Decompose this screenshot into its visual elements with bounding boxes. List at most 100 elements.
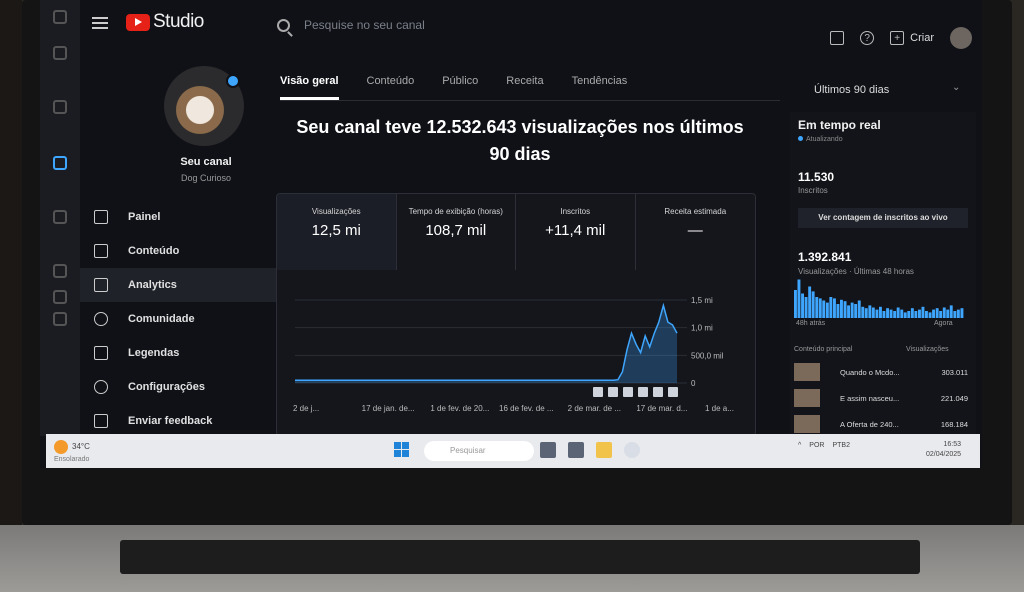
realtime-bar[interactable] <box>861 306 865 318</box>
realtime-bar[interactable] <box>825 302 829 318</box>
realtime-bar[interactable] <box>896 307 900 319</box>
rail-icon[interactable] <box>53 312 67 326</box>
realtime-bar[interactable] <box>893 311 897 318</box>
realtime-bar[interactable] <box>864 308 868 318</box>
clock[interactable]: 16:53 02/04/2025 <box>926 440 961 460</box>
realtime-bar[interactable] <box>797 279 801 319</box>
realtime-bar[interactable] <box>847 305 850 318</box>
account-avatar[interactable] <box>950 27 972 49</box>
video-marker[interactable] <box>638 387 648 397</box>
realtime-bar[interactable] <box>850 302 854 318</box>
tab-overview[interactable]: Visão geral <box>280 75 339 100</box>
app-icon[interactable] <box>540 442 556 458</box>
video-marker[interactable] <box>593 387 603 397</box>
windows-start-icon[interactable] <box>394 442 410 458</box>
video-marker[interactable] <box>608 387 618 397</box>
realtime-bar[interactable] <box>875 309 879 318</box>
realtime-bar[interactable] <box>939 311 943 318</box>
realtime-bar[interactable] <box>882 311 886 318</box>
create-button[interactable]: + Criar <box>890 31 934 45</box>
rail-icon[interactable] <box>53 46 67 60</box>
realtime-bar[interactable] <box>815 297 819 318</box>
realtime-bar[interactable] <box>833 298 836 318</box>
search-bar[interactable]: Pesquise no seu canal <box>277 18 425 32</box>
realtime-bar[interactable] <box>910 308 914 318</box>
chevron-up-icon[interactable]: ^ <box>798 442 801 449</box>
metric-revenue[interactable]: Receita estimada — <box>636 194 756 270</box>
realtime-bar[interactable] <box>953 311 957 318</box>
realtime-bar[interactable] <box>925 311 928 318</box>
realtime-bar[interactable] <box>818 298 822 318</box>
help-icon[interactable]: ? <box>860 31 875 45</box>
video-marker[interactable] <box>653 387 663 397</box>
app-icon[interactable] <box>568 442 584 458</box>
video-marker[interactable] <box>668 387 678 397</box>
rail-icon[interactable] <box>53 156 67 170</box>
rail-icon[interactable] <box>53 210 67 224</box>
metric-views[interactable]: Visualizações 12,5 mi <box>277 194 397 270</box>
rail-icon[interactable] <box>53 290 67 304</box>
realtime-bar[interactable] <box>960 308 964 318</box>
menu-icon[interactable] <box>92 14 108 32</box>
chevron-down-icon[interactable]: ⌄ <box>952 82 960 93</box>
language-indicator[interactable]: POR <box>809 442 824 449</box>
folder-icon[interactable] <box>596 442 612 458</box>
realtime-bar[interactable] <box>942 307 946 319</box>
tab-revenue[interactable]: Receita <box>506 75 543 100</box>
series-line[interactable] <box>295 302 678 381</box>
live-subscribers-button[interactable]: Ver contagem de inscritos ao vivo <box>798 208 968 228</box>
taskbar-search[interactable]: Pesquisar <box>424 441 534 461</box>
top-content-row[interactable]: Quando o Mcdo... 303.011 <box>794 362 972 382</box>
tab-trends[interactable]: Tendências <box>572 75 628 100</box>
realtime-bar[interactable] <box>907 311 911 318</box>
sidebar-item-configuracoes[interactable]: Configurações <box>80 370 295 404</box>
top-content-row[interactable]: E assim nasceu... 221.049 <box>794 388 972 408</box>
search-input[interactable]: Pesquise no seu canal <box>304 18 425 32</box>
realtime-bar[interactable] <box>822 300 826 319</box>
rail-icon[interactable] <box>53 10 67 24</box>
metric-subscribers[interactable]: Inscritos +11,4 mil <box>516 194 636 270</box>
realtime-bar[interactable] <box>808 286 812 319</box>
sidebar-item-comunidade[interactable]: Comunidade <box>80 302 295 336</box>
sidebar-item-painel[interactable]: Painel <box>80 200 295 234</box>
realtime-bar[interactable] <box>804 297 808 318</box>
realtime-bar[interactable] <box>840 299 843 318</box>
metric-watch-time[interactable]: Tempo de exibição (horas) 108,7 mil <box>397 194 516 270</box>
realtime-bar[interactable] <box>829 297 833 318</box>
realtime-bar[interactable] <box>811 291 815 318</box>
rail-icon[interactable] <box>53 100 67 114</box>
realtime-bar[interactable] <box>946 309 950 318</box>
weather-widget[interactable]: 34°C Ensolarado <box>54 440 90 463</box>
realtime-bar[interactable] <box>868 305 872 318</box>
realtime-bar[interactable] <box>794 290 797 318</box>
realtime-bar[interactable] <box>871 307 875 319</box>
top-content-row[interactable]: A Oferta de 240... 168.184 <box>794 414 972 434</box>
realtime-bar[interactable] <box>889 309 893 318</box>
studio-logo[interactable]: Studio <box>126 11 204 33</box>
rail-icon[interactable] <box>53 264 67 278</box>
keyboard-layout[interactable]: PTB2 <box>832 442 850 449</box>
realtime-bar[interactable] <box>903 312 907 318</box>
realtime-bar[interactable] <box>914 311 918 318</box>
realtime-bar[interactable] <box>843 301 847 318</box>
subtitles-icon[interactable] <box>830 31 845 45</box>
browser-icon[interactable] <box>624 442 640 458</box>
realtime-bar[interactable] <box>928 312 932 318</box>
realtime-bar[interactable] <box>949 305 953 318</box>
realtime-bar[interactable] <box>857 300 861 319</box>
sidebar-item-feedback[interactable]: Enviar feedback <box>80 404 295 438</box>
realtime-bar[interactable] <box>886 308 889 318</box>
sidebar-item-conteudo[interactable]: Conteúdo <box>80 234 295 268</box>
realtime-bar[interactable] <box>900 309 904 318</box>
realtime-bar[interactable] <box>918 309 921 318</box>
realtime-bar[interactable] <box>935 308 939 318</box>
realtime-bar[interactable] <box>921 306 925 318</box>
realtime-bar[interactable] <box>854 304 858 318</box>
realtime-bar[interactable] <box>932 309 935 318</box>
tab-content[interactable]: Conteúdo <box>367 75 415 100</box>
realtime-bar[interactable] <box>956 309 960 318</box>
realtime-bar[interactable] <box>801 293 804 319</box>
sidebar-item-analytics[interactable]: Analytics <box>80 268 295 302</box>
realtime-bar[interactable] <box>879 306 882 318</box>
tab-audience[interactable]: Público <box>442 75 478 100</box>
